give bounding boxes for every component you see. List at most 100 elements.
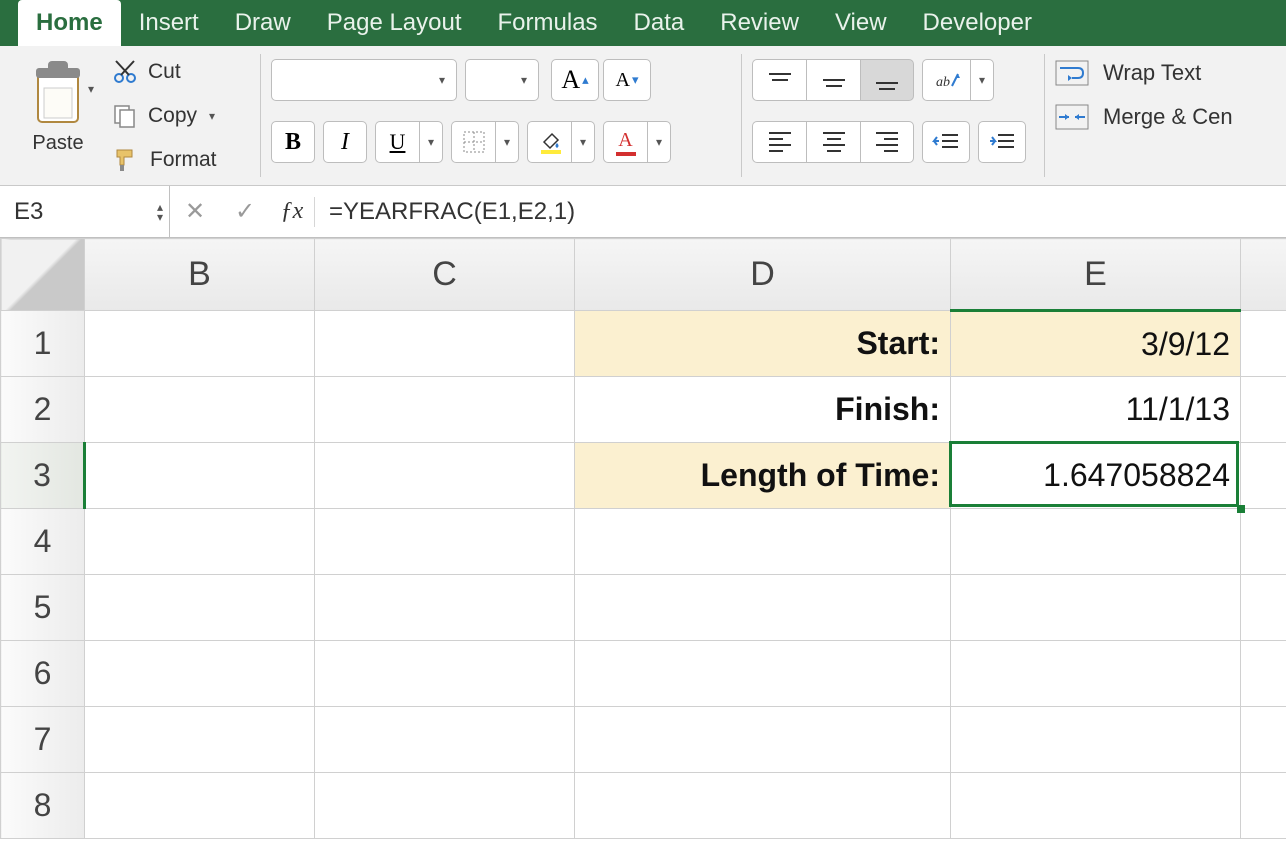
- align-middle-button[interactable]: [806, 59, 860, 101]
- tab-view[interactable]: View: [817, 0, 905, 46]
- cell-e8[interactable]: [951, 773, 1241, 839]
- row-header-5[interactable]: 5: [1, 575, 85, 641]
- row-header-8[interactable]: 8: [1, 773, 85, 839]
- cell-f4[interactable]: [1241, 509, 1286, 575]
- cell-e7[interactable]: [951, 707, 1241, 773]
- format-painter-button[interactable]: Format: [112, 142, 217, 178]
- cell-f3[interactable]: [1241, 443, 1286, 509]
- row-header-2[interactable]: 2: [1, 377, 85, 443]
- paste-button[interactable]: Paste: [10, 54, 106, 155]
- accept-formula-button[interactable]: ✓: [220, 197, 270, 226]
- tab-draw[interactable]: Draw: [217, 0, 309, 46]
- cut-button[interactable]: Cut: [112, 54, 217, 90]
- cell-f8[interactable]: [1241, 773, 1286, 839]
- underline-dropdown[interactable]: [419, 121, 443, 163]
- cell-b2[interactable]: [85, 377, 315, 443]
- cell-c8[interactable]: [315, 773, 575, 839]
- col-header-e[interactable]: E: [951, 239, 1241, 311]
- col-header-c[interactable]: C: [315, 239, 575, 311]
- cell-f7[interactable]: [1241, 707, 1286, 773]
- cell-c7[interactable]: [315, 707, 575, 773]
- bold-button[interactable]: B: [271, 121, 315, 163]
- row-header-1[interactable]: 1: [1, 311, 85, 377]
- row-header-3[interactable]: 3: [1, 443, 85, 509]
- cell-e5[interactable]: [951, 575, 1241, 641]
- row-header-7[interactable]: 7: [1, 707, 85, 773]
- align-top-button[interactable]: [752, 59, 806, 101]
- fx-button[interactable]: ƒx: [270, 198, 314, 225]
- font-name-combo[interactable]: [271, 59, 457, 101]
- align-center-button[interactable]: [806, 121, 860, 163]
- cell-f2[interactable]: [1241, 377, 1286, 443]
- fill-color-button[interactable]: [527, 121, 595, 163]
- cell-d4[interactable]: [575, 509, 951, 575]
- paste-dropdown[interactable]: [88, 82, 94, 96]
- cell-d1[interactable]: Start:: [575, 311, 951, 377]
- orientation-button[interactable]: ab: [922, 59, 994, 101]
- cell-b7[interactable]: [85, 707, 315, 773]
- merge-center-button[interactable]: Merge & Cen: [1055, 104, 1235, 130]
- borders-button[interactable]: [451, 121, 519, 163]
- cell-b6[interactable]: [85, 641, 315, 707]
- increase-font-button[interactable]: A▴: [551, 59, 599, 101]
- col-header-f[interactable]: [1241, 239, 1286, 311]
- row-header-4[interactable]: 4: [1, 509, 85, 575]
- cell-f1[interactable]: [1241, 311, 1286, 377]
- cancel-formula-button[interactable]: ✕: [170, 197, 220, 226]
- borders-dropdown[interactable]: [495, 121, 519, 163]
- cell-d8[interactable]: [575, 773, 951, 839]
- font-color-button[interactable]: A: [603, 121, 671, 163]
- cell-e4[interactable]: [951, 509, 1241, 575]
- decrease-font-button[interactable]: A▾: [603, 59, 651, 101]
- orientation-dropdown[interactable]: [970, 59, 994, 101]
- cell-c2[interactable]: [315, 377, 575, 443]
- increase-indent-button[interactable]: [978, 121, 1026, 163]
- tab-insert[interactable]: Insert: [121, 0, 217, 46]
- cell-c3[interactable]: [315, 443, 575, 509]
- cell-d3[interactable]: Length of Time:: [575, 443, 951, 509]
- cell-e6[interactable]: [951, 641, 1241, 707]
- decrease-indent-button[interactable]: [922, 121, 970, 163]
- cell-b5[interactable]: [85, 575, 315, 641]
- cell-c5[interactable]: [315, 575, 575, 641]
- cell-e2[interactable]: 11/1/13: [951, 377, 1241, 443]
- cell-d5[interactable]: [575, 575, 951, 641]
- tab-formulas[interactable]: Formulas: [480, 0, 616, 46]
- align-left-button[interactable]: [752, 121, 806, 163]
- cell-c1[interactable]: [315, 311, 575, 377]
- cell-e3[interactable]: 1.647058824: [951, 443, 1241, 509]
- cell-d2[interactable]: Finish:: [575, 377, 951, 443]
- align-bottom-button[interactable]: [860, 59, 914, 101]
- cell-b3[interactable]: [85, 443, 315, 509]
- font-color-dropdown[interactable]: [647, 121, 671, 163]
- fill-handle[interactable]: [1237, 505, 1245, 513]
- name-box[interactable]: E3 ▴▾: [0, 186, 170, 238]
- font-size-combo[interactable]: [465, 59, 539, 101]
- row-header-6[interactable]: 6: [1, 641, 85, 707]
- cell-e1[interactable]: 3/9/12: [951, 311, 1241, 377]
- col-header-d[interactable]: D: [575, 239, 951, 311]
- cell-c4[interactable]: [315, 509, 575, 575]
- select-all-corner[interactable]: [1, 239, 85, 311]
- cell-d6[interactable]: [575, 641, 951, 707]
- align-right-button[interactable]: [860, 121, 914, 163]
- cell-f6[interactable]: [1241, 641, 1286, 707]
- tab-developer[interactable]: Developer: [905, 0, 1050, 46]
- underline-button[interactable]: U: [375, 121, 443, 163]
- col-header-b[interactable]: B: [85, 239, 315, 311]
- fill-color-dropdown[interactable]: [571, 121, 595, 163]
- cell-c6[interactable]: [315, 641, 575, 707]
- cell-b1[interactable]: [85, 311, 315, 377]
- italic-button[interactable]: I: [323, 121, 367, 163]
- cell-d7[interactable]: [575, 707, 951, 773]
- copy-button[interactable]: Copy: [112, 98, 217, 134]
- copy-dropdown[interactable]: [209, 109, 215, 123]
- formula-input[interactable]: =YEARFRAC(E1,E2,1): [315, 198, 1286, 226]
- tab-home[interactable]: Home: [18, 0, 121, 46]
- tab-page-layout[interactable]: Page Layout: [309, 0, 480, 46]
- cell-f5[interactable]: [1241, 575, 1286, 641]
- wrap-text-button[interactable]: Wrap Text: [1055, 60, 1235, 86]
- tab-data[interactable]: Data: [616, 0, 703, 46]
- cell-b4[interactable]: [85, 509, 315, 575]
- cell-b8[interactable]: [85, 773, 315, 839]
